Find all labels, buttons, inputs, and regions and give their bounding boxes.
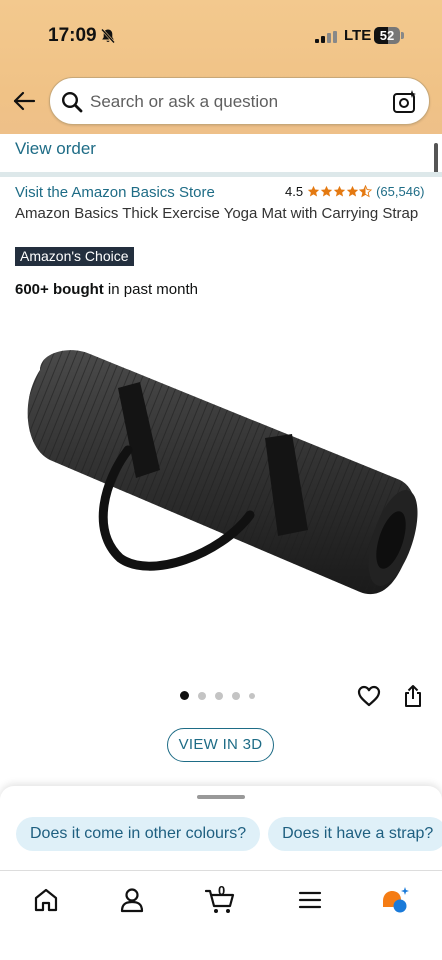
product-title: Amazon Basics Thick Exercise Yoga Mat wi…	[15, 205, 419, 222]
battery-level: 52	[379, 28, 395, 43]
rufus-icon[interactable]	[380, 885, 410, 915]
carousel-dot[interactable]	[232, 691, 240, 700]
bottom-nav: 0	[0, 870, 442, 960]
amazons-choice-badge: Amazon's Choice	[15, 247, 134, 266]
rating-value: 4.5	[285, 184, 304, 199]
star-full-icon	[307, 185, 320, 197]
cellular-signal-icon	[315, 31, 337, 43]
header-area: 17:09 LTE 52 Search or ask a question	[0, 0, 442, 134]
view-in-3d-button[interactable]: VIEW IN 3D	[167, 728, 274, 762]
star-full-icon	[346, 185, 359, 197]
home-icon[interactable]	[31, 885, 61, 915]
search-icon	[61, 91, 83, 113]
menu-icon[interactable]	[295, 885, 325, 915]
search-bar[interactable]: Search or ask a question	[49, 77, 430, 125]
camera-lens-icon[interactable]	[392, 89, 418, 115]
truncated-order-info	[15, 126, 135, 132]
bell-muted-icon	[101, 28, 115, 44]
battery-icon: 52	[374, 27, 404, 44]
rating-count: (65,546)	[376, 184, 425, 199]
section-divider	[0, 172, 442, 177]
status-time: 17:09	[48, 25, 97, 46]
heart-icon[interactable]	[357, 685, 381, 707]
product-image[interactable]	[10, 330, 430, 620]
status-bar: 17:09 LTE 52	[0, 0, 442, 70]
bought-in-past-month: 600+ bought in past month	[15, 281, 198, 298]
share-icon[interactable]	[403, 684, 423, 708]
view-order-link[interactable]: View order	[15, 139, 96, 159]
carousel-dot[interactable]	[180, 691, 189, 700]
star-full-icon	[320, 185, 333, 197]
suggestion-chip-colours[interactable]: Does it come in other colours?	[16, 817, 261, 851]
carousel-dot[interactable]	[249, 692, 255, 699]
suggestion-chip-strap[interactable]: Does it have a strap?	[268, 817, 442, 851]
cart-count: 0	[218, 883, 226, 898]
star-half-icon	[359, 185, 373, 198]
cart-button[interactable]: 0	[205, 883, 235, 915]
suggestions-sheet: Does it come in other colours? Does it h…	[0, 786, 442, 870]
store-link[interactable]: Visit the Amazon Basics Store	[15, 184, 215, 201]
suggestion-chips: Does it come in other colours? Does it h…	[16, 817, 442, 851]
sheet-grabber[interactable]	[197, 795, 245, 799]
product-rating[interactable]: 4.5 (65,546)	[285, 184, 425, 199]
image-carousel-dots[interactable]	[180, 691, 264, 700]
account-icon[interactable]	[117, 885, 147, 915]
network-type: LTE	[344, 27, 372, 44]
carousel-dot[interactable]	[198, 691, 206, 700]
star-full-icon	[333, 185, 346, 197]
back-arrow-icon[interactable]	[12, 90, 36, 112]
bought-count: 600+ bought	[15, 281, 104, 298]
rating-stars	[307, 185, 373, 198]
carousel-dot[interactable]	[215, 691, 223, 700]
search-input[interactable]: Search or ask a question	[90, 92, 278, 112]
bought-suffix: in past month	[103, 281, 198, 298]
